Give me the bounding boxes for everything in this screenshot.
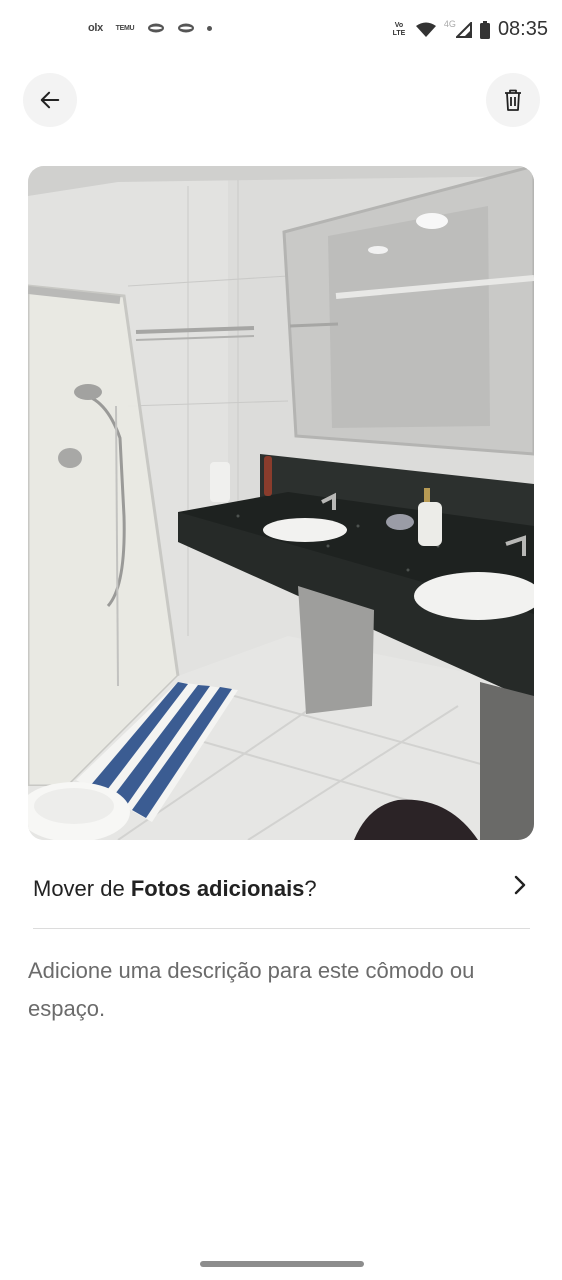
system-icons: Vo LTE 4G 08:35 (390, 18, 548, 41)
clock: 08:35 (497, 18, 548, 40)
eye-icon (148, 23, 164, 33)
signal-icon (455, 21, 472, 38)
notification-icons: olx TEMU (88, 22, 212, 34)
back-button[interactable] (23, 73, 77, 127)
move-section-row[interactable]: Mover de Fotos adicionais? (33, 858, 530, 929)
eye-icon (178, 23, 194, 33)
arrow-left-icon (40, 91, 60, 109)
move-suffix: ? (304, 876, 317, 901)
status-bar: olx TEMU Vo LTE 4G 08:35 (0, 0, 562, 62)
more-notifications-dot (207, 25, 212, 31)
description-input[interactable]: Adicione uma descrição para este cômodo … (28, 952, 528, 1028)
volte-icon: Vo LTE (392, 21, 406, 37)
wifi-icon (415, 22, 436, 37)
chevron-right-icon (514, 875, 526, 895)
olx-app-icon: olx (88, 22, 103, 34)
network-type: 4G (443, 18, 456, 29)
delete-button[interactable] (486, 73, 540, 127)
temu-app-icon: TEMU (115, 24, 135, 32)
move-section-text: Mover de Fotos adicionais? (33, 876, 317, 902)
home-indicator[interactable] (200, 1261, 364, 1267)
battery-icon (479, 20, 490, 39)
section-name: Fotos adicionais (130, 876, 305, 901)
move-prefix: Mover de (33, 876, 131, 901)
room-photo[interactable] (28, 166, 534, 840)
trash-icon (505, 89, 521, 111)
bathroom-photo-illustration (28, 166, 534, 840)
